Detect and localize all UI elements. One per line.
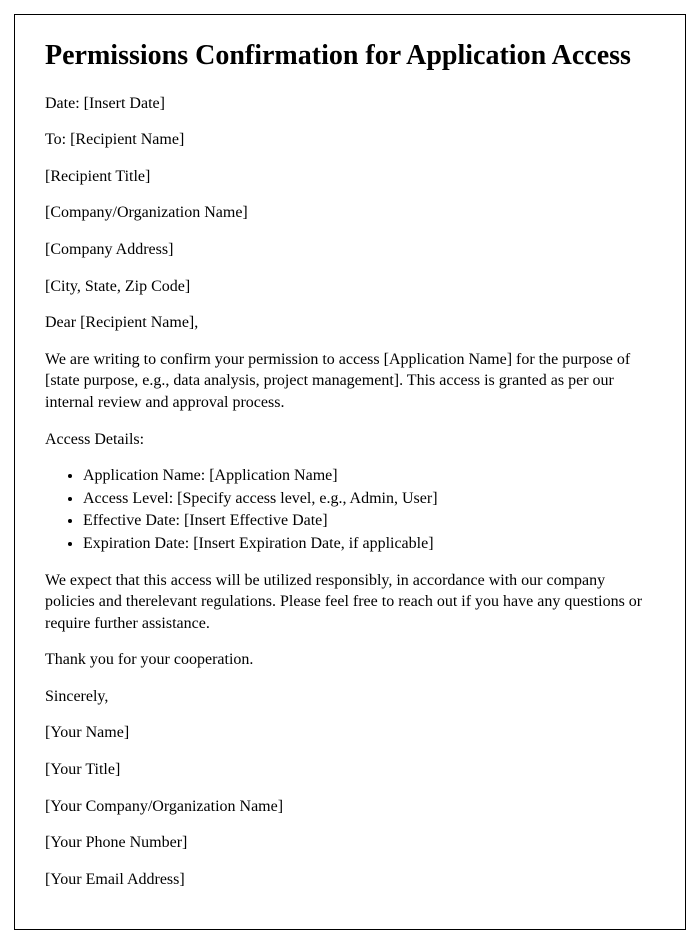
signature-email: [Your Email Address]: [45, 869, 655, 891]
thank-you-line: Thank you for your cooperation.: [45, 649, 655, 671]
document-container: Permissions Confirmation for Application…: [14, 14, 686, 930]
signature-company: [Your Company/Organization Name]: [45, 796, 655, 818]
access-details-list: Application Name: [Application Name] Acc…: [83, 465, 655, 554]
signature-name: [Your Name]: [45, 722, 655, 744]
responsibility-paragraph: We expect that this access will be utili…: [45, 570, 655, 635]
salutation: Dear [Recipient Name],: [45, 312, 655, 334]
list-item: Access Level: [Specify access level, e.g…: [83, 488, 655, 510]
date-line: Date: [Insert Date]: [45, 93, 655, 115]
company-name-line: [Company/Organization Name]: [45, 202, 655, 224]
signature-title: [Your Title]: [45, 759, 655, 781]
list-item: Expiration Date: [Insert Expiration Date…: [83, 533, 655, 555]
signature-phone: [Your Phone Number]: [45, 832, 655, 854]
access-details-label: Access Details:: [45, 429, 655, 451]
document-title: Permissions Confirmation for Application…: [45, 39, 655, 73]
to-line: To: [Recipient Name]: [45, 129, 655, 151]
closing-line: Sincerely,: [45, 686, 655, 708]
recipient-title-line: [Recipient Title]: [45, 166, 655, 188]
intro-paragraph: We are writing to confirm your permissio…: [45, 349, 655, 414]
list-item: Effective Date: [Insert Effective Date]: [83, 510, 655, 532]
company-address-line: [Company Address]: [45, 239, 655, 261]
city-state-zip-line: [City, State, Zip Code]: [45, 276, 655, 298]
list-item: Application Name: [Application Name]: [83, 465, 655, 487]
